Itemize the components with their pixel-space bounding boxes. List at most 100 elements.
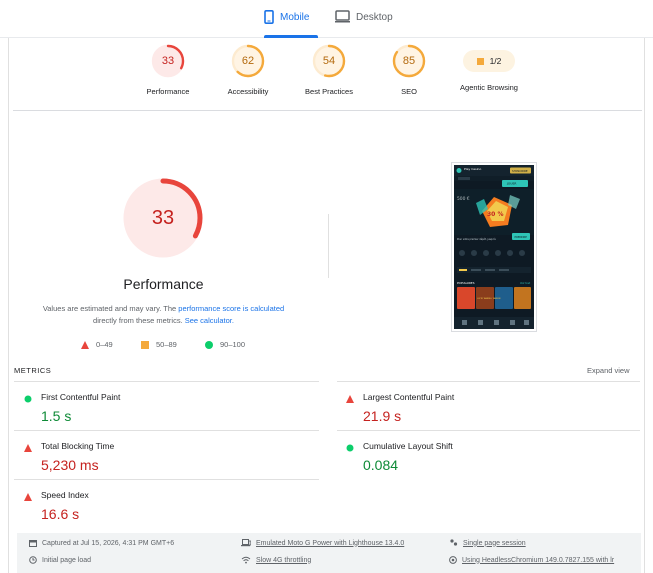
runtime-text: Single page session [463, 539, 526, 547]
triangle-icon [81, 340, 89, 349]
monitor-icon [335, 10, 350, 26]
device-tabs: Mobile Desktop [0, 0, 653, 38]
wifi-icon [241, 556, 251, 564]
metric-value: 21.9 s [363, 408, 402, 424]
expand-view-toggle[interactable]: Expand view [587, 366, 630, 375]
gauge-score: 1/2 [489, 56, 502, 66]
metrics-heading: METRICS [14, 366, 52, 375]
metric-name: Largest Contentful Paint [363, 392, 455, 402]
circle-icon [205, 340, 213, 349]
runtime-browser[interactable]: Using HeadlessChromium 149.0.7827.155 wi… [449, 556, 614, 564]
gauge-score: 54 [322, 55, 336, 67]
metric-value: 5,230 ms [41, 457, 99, 473]
runtime-text: Slow 4G throttling [256, 556, 312, 564]
gauge-accessibility[interactable]: 62 Accessibility [203, 44, 293, 96]
fail-triangle-icon [346, 395, 354, 403]
divider [337, 381, 640, 382]
fraction-badge: 1/2 [463, 50, 515, 72]
runtime-session[interactable]: Single page session [449, 539, 526, 547]
gauge-score: 85 [402, 55, 416, 67]
legend-range: 50–89 [156, 340, 177, 349]
tab-desktop[interactable]: Desktop [335, 10, 395, 38]
screenshot-section-label: POPULAIRES [457, 281, 475, 285]
metric-value: 16.6 s [41, 506, 80, 522]
screenshot-header-button: S'INSCRIRE [512, 169, 528, 173]
runtime-settings: Captured at Jul 15, 2026, 4:31 PM GMT+6 … [17, 533, 641, 573]
square-icon [141, 340, 149, 349]
runtime-throttling[interactable]: Slow 4G throttling [241, 556, 311, 564]
laptop-icon [241, 539, 251, 547]
tab-mobile[interactable]: Mobile [264, 10, 318, 38]
fail-triangle-icon [24, 493, 32, 501]
people-icon [450, 539, 458, 546]
vertical-divider [328, 214, 329, 278]
runtime-text: Using HeadlessChromium 149.0.7827.155 wi… [462, 556, 615, 564]
score-legend: 0–49 50–89 90–100 [81, 340, 261, 352]
gauge-label: Best Practices [305, 87, 353, 96]
legend-item-fail: 0–49 [81, 340, 113, 349]
pass-circle-icon [24, 395, 32, 403]
gauge-ring: 62 [231, 44, 265, 78]
category-gauges: 33 Performance 62 Accessibility 54 Best … [9, 44, 646, 110]
legend-range: 90–100 [220, 340, 246, 349]
final-screenshot[interactable]: Play Casino S'INSCRIRE JOUER 500 € 30 % … [451, 162, 537, 332]
performance-gauge-large: 33 [123, 178, 203, 258]
runtime-emulated[interactable]: Emulated Moto G Power with Lighthouse 13… [241, 539, 404, 547]
gauge-agentic-browsing[interactable]: 1/2 Agentic Browsing [444, 44, 534, 92]
tab-mobile-label: Mobile [280, 12, 310, 23]
gauge-ring: 85 [392, 44, 426, 78]
gauge-ring: 33 [151, 44, 185, 78]
gauge-seo[interactable]: 85 SEO [364, 44, 454, 96]
performance-score-large: 33 [151, 207, 175, 229]
runtime-initial-load: Initial page load [29, 556, 91, 564]
gauge-label: Accessibility [227, 87, 269, 96]
gauge-best-practices[interactable]: 54 Best Practices [284, 44, 374, 96]
calculator-link[interactable]: See calculator. [185, 316, 234, 325]
metric-value: 1.5 s [41, 408, 72, 424]
runtime-text: Captured at Jul 15, 2026, 4:31 PM GMT+6 [42, 539, 175, 547]
divider [14, 479, 319, 480]
fail-triangle-icon [24, 444, 32, 452]
gauge-score: 62 [241, 55, 255, 67]
smartphone-icon [264, 10, 274, 27]
runtime-captured: Captured at Jul 15, 2026, 4:31 PM GMT+6 [29, 539, 174, 547]
runtime-text: Emulated Moto G Power with Lighthouse 13… [256, 539, 405, 547]
calendar-icon [29, 540, 37, 547]
divider [337, 430, 640, 431]
screenshot-promo-cta: PRENDRE [515, 235, 528, 239]
metric-name: Cumulative Layout Shift [363, 441, 453, 451]
note-text: Values are estimated and may vary. The [42, 304, 179, 313]
lighthouse-report: 33 Performance 62 Accessibility 54 Best … [8, 38, 645, 573]
legend-item-pass: 90–100 [205, 340, 245, 349]
legend-range: 0–49 [96, 340, 113, 349]
screenshot-logo-text: Play Casino [464, 167, 481, 171]
gauge-ring: 54 [312, 44, 346, 78]
screenshot-image: Play Casino S'INSCRIRE JOUER 500 € 30 % … [454, 165, 534, 329]
tab-desktop-label: Desktop [356, 12, 393, 23]
screenshot-promo-caption: Pour votre premier dépôt, jusqu'à [457, 238, 496, 241]
screenshot-game-title: LUCKY BARREL TAVERN [477, 297, 501, 300]
metric-cumulative-layout-shift: Cumulative Layout Shift 0.084 [344, 439, 634, 487]
score-calculation-link[interactable]: performance score is calculated [178, 304, 284, 313]
gauge-score: 33 [161, 55, 175, 67]
metric-value: 0.084 [363, 457, 399, 473]
metric-name: Speed Index [41, 490, 89, 500]
screenshot-promo-button: JOUER [506, 182, 516, 186]
metric-speed-index: Speed Index 16.6 s [22, 488, 312, 536]
runtime-text: Initial page load [42, 556, 92, 564]
chrome-icon [449, 556, 457, 564]
clock-icon [29, 556, 37, 564]
square-icon [476, 57, 484, 65]
gauge-performance[interactable]: 33 Performance [123, 44, 213, 96]
divider [13, 110, 642, 111]
note-text: directly from these metrics. [93, 316, 185, 325]
screenshot-promo-badge: 30 % [487, 211, 503, 218]
gauge-label: SEO [401, 87, 417, 96]
performance-title: Performance [123, 276, 204, 292]
metric-name: Total Blocking Time [41, 441, 115, 451]
screenshot-section-more: Voir tout [520, 282, 530, 285]
legend-item-average: 50–89 [141, 340, 177, 349]
divider [14, 381, 319, 382]
divider [14, 430, 319, 431]
pass-circle-icon [346, 444, 354, 452]
